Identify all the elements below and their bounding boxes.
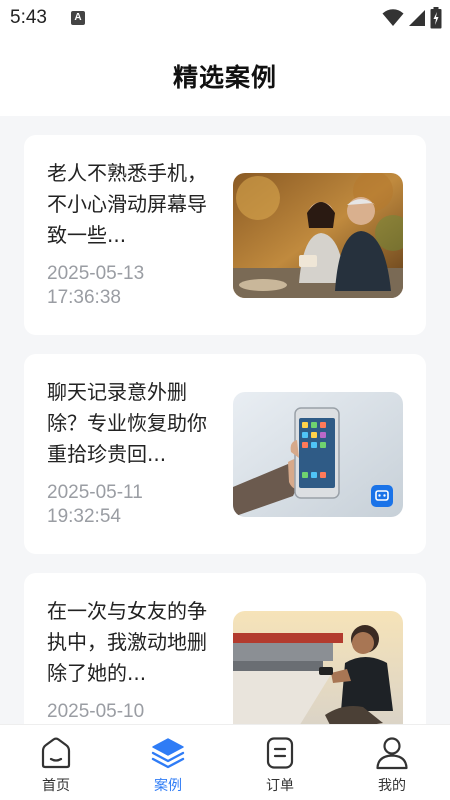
tab-profile-label: 我的 xyxy=(378,778,406,794)
case-card[interactable]: 老人不熟悉手机，不小心滑动屏幕导致一些... 2025-05-13 17:36:… xyxy=(24,135,426,335)
case-thumbnail-phone-in-hand xyxy=(233,392,403,517)
case-thumbnail-man-on-platform xyxy=(233,611,403,724)
wifi-icon xyxy=(382,9,404,26)
profile-icon xyxy=(376,737,408,770)
tab-home-label: 首页 xyxy=(42,778,70,794)
case-date: 2025-05-13 17:36:38 xyxy=(47,263,145,308)
status-time: 5:43 xyxy=(10,7,47,28)
battery-icon xyxy=(430,7,442,29)
case-card[interactable]: 在一次与女友的争执中，我激动地删除了她的... 2025-05-10 xyxy=(24,573,426,724)
tab-orders[interactable]: 订单 xyxy=(224,725,336,800)
tab-cases[interactable]: 案例 xyxy=(112,725,224,800)
case-title: 老人不熟悉手机，不小心滑动屏幕导致一些... xyxy=(47,161,207,247)
tab-home[interactable]: 首页 xyxy=(0,725,112,800)
home-icon xyxy=(41,737,71,769)
order-icon xyxy=(266,737,294,769)
case-title: 聊天记录意外删除？专业恢复助你重拾珍贵回... xyxy=(47,380,207,466)
case-date: 2025-05-11 19:32:54 xyxy=(47,482,143,527)
case-title: 在一次与女友的争执中，我激动地删除了她的... xyxy=(47,599,207,685)
tab-profile[interactable]: 我的 xyxy=(336,725,448,800)
tab-orders-label: 订单 xyxy=(266,778,294,794)
signal-icon xyxy=(409,10,425,26)
status-icons xyxy=(382,7,442,29)
notification-badge-icon: A xyxy=(71,11,85,25)
header: 精选案例 xyxy=(0,36,450,116)
status-bar: 5:43 A xyxy=(0,0,450,36)
tab-cases-label: 案例 xyxy=(154,778,182,794)
page-title: 精选案例 xyxy=(172,63,277,92)
case-date: 2025-05-10 xyxy=(47,701,145,722)
case-card[interactable]: 聊天记录意外删除？专业恢复助你重拾珍贵回... 2025-05-11 19:32… xyxy=(24,354,426,554)
case-list[interactable]: 老人不熟悉手机，不小心滑动屏幕导致一些... 2025-05-13 17:36:… xyxy=(0,116,450,724)
case-thumbnail-elderly-couple xyxy=(233,173,403,298)
layers-icon xyxy=(151,738,185,769)
bottom-tab-bar: 首页 案例 订单 我的 xyxy=(0,724,450,800)
